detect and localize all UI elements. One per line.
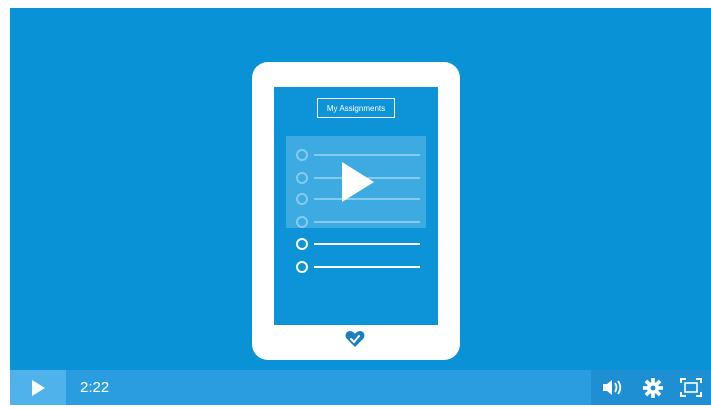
play-overlay-icon	[342, 162, 374, 202]
control-bar: 2:22	[10, 370, 711, 405]
right-controls	[591, 370, 711, 405]
settings-button[interactable]	[635, 370, 671, 405]
fullscreen-icon	[680, 378, 702, 397]
checkbox-circle-icon	[296, 238, 308, 250]
play-icon	[32, 380, 45, 396]
elapsed-time: 2:22	[80, 379, 110, 396]
play-button[interactable]	[10, 370, 66, 405]
checkbox-circle-icon	[296, 261, 308, 273]
heart-icon	[345, 331, 365, 347]
gear-icon	[643, 378, 663, 398]
list-line	[314, 266, 420, 268]
volume-button[interactable]	[595, 370, 631, 405]
list-item	[294, 259, 424, 273]
fullscreen-button[interactable]	[673, 370, 709, 405]
play-overlay-button[interactable]	[286, 136, 426, 228]
list-line	[314, 243, 420, 245]
volume-icon	[603, 380, 622, 395]
list-item	[294, 236, 424, 250]
assignments-label: My Assignments	[317, 98, 395, 118]
